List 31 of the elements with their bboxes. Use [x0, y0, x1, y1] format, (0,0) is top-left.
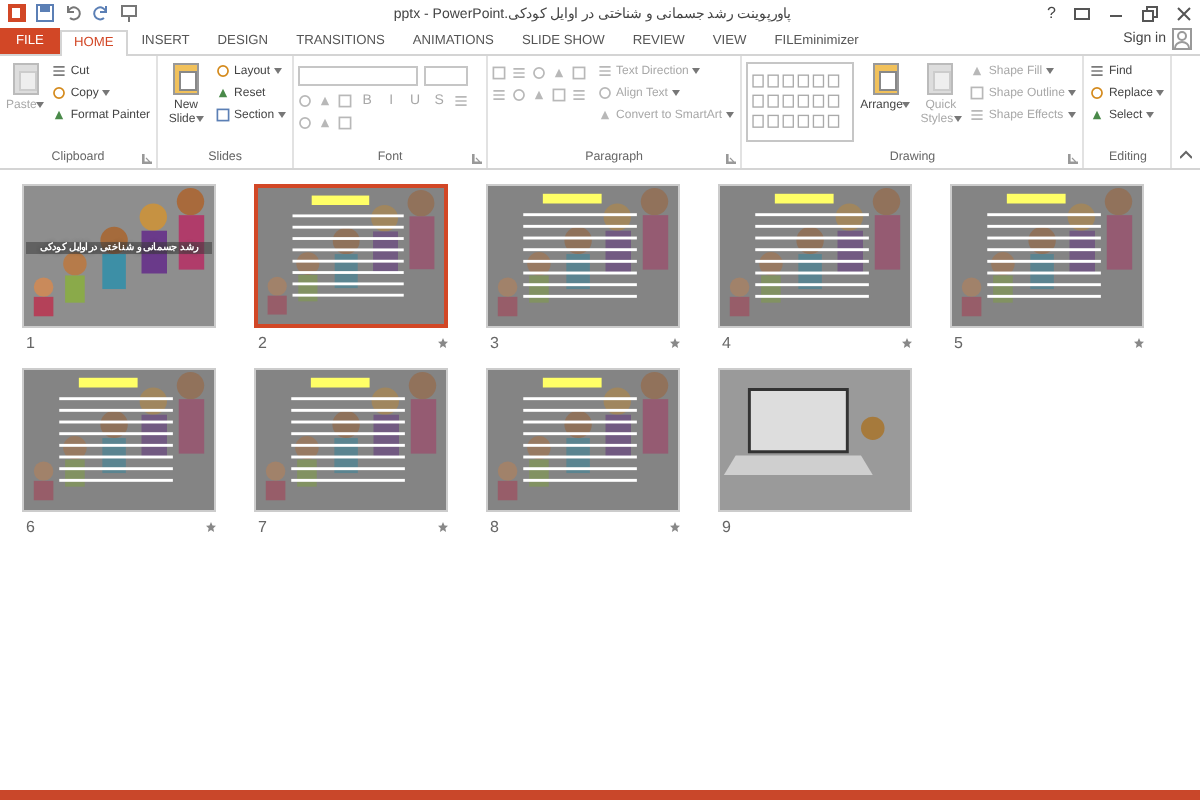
redo-icon[interactable] [92, 4, 110, 22]
launcher-icon[interactable] [1068, 154, 1079, 164]
toolbar-icon [454, 94, 469, 108]
ribbon-display-icon[interactable] [1074, 5, 1090, 21]
slide-number: 8 [490, 517, 499, 535]
toolbar-icon [1090, 64, 1105, 78]
undo-icon[interactable] [64, 4, 82, 22]
save-icon[interactable] [36, 4, 54, 22]
presentation-icon[interactable] [120, 4, 138, 22]
launcher-icon[interactable] [726, 154, 737, 164]
slide-number: 9 [722, 517, 731, 535]
launcher-icon[interactable] [142, 154, 153, 164]
toolbar-icon [598, 64, 613, 78]
user-icon[interactable] [1172, 28, 1192, 50]
slide-number: 4 [722, 333, 731, 351]
toolbar-icon [52, 64, 67, 78]
slide-number: 2 [258, 333, 267, 351]
toolbar-icon [512, 66, 527, 80]
launcher-icon[interactable] [472, 154, 483, 164]
slide-number: 7 [258, 517, 267, 535]
close-icon[interactable] [1176, 5, 1192, 21]
restore-icon[interactable] [1142, 5, 1158, 21]
toolbar-icon [572, 88, 587, 102]
help-button[interactable]: ? [1047, 4, 1056, 22]
slide-number: 6 [26, 517, 35, 535]
collapse-ribbon-icon[interactable] [1180, 150, 1192, 160]
toolbar-icon [970, 108, 985, 122]
slide-number: 5 [954, 333, 963, 351]
slide-number: 3 [490, 333, 499, 351]
slide-number: 1 [26, 333, 35, 351]
toolbar-icon [492, 88, 507, 102]
